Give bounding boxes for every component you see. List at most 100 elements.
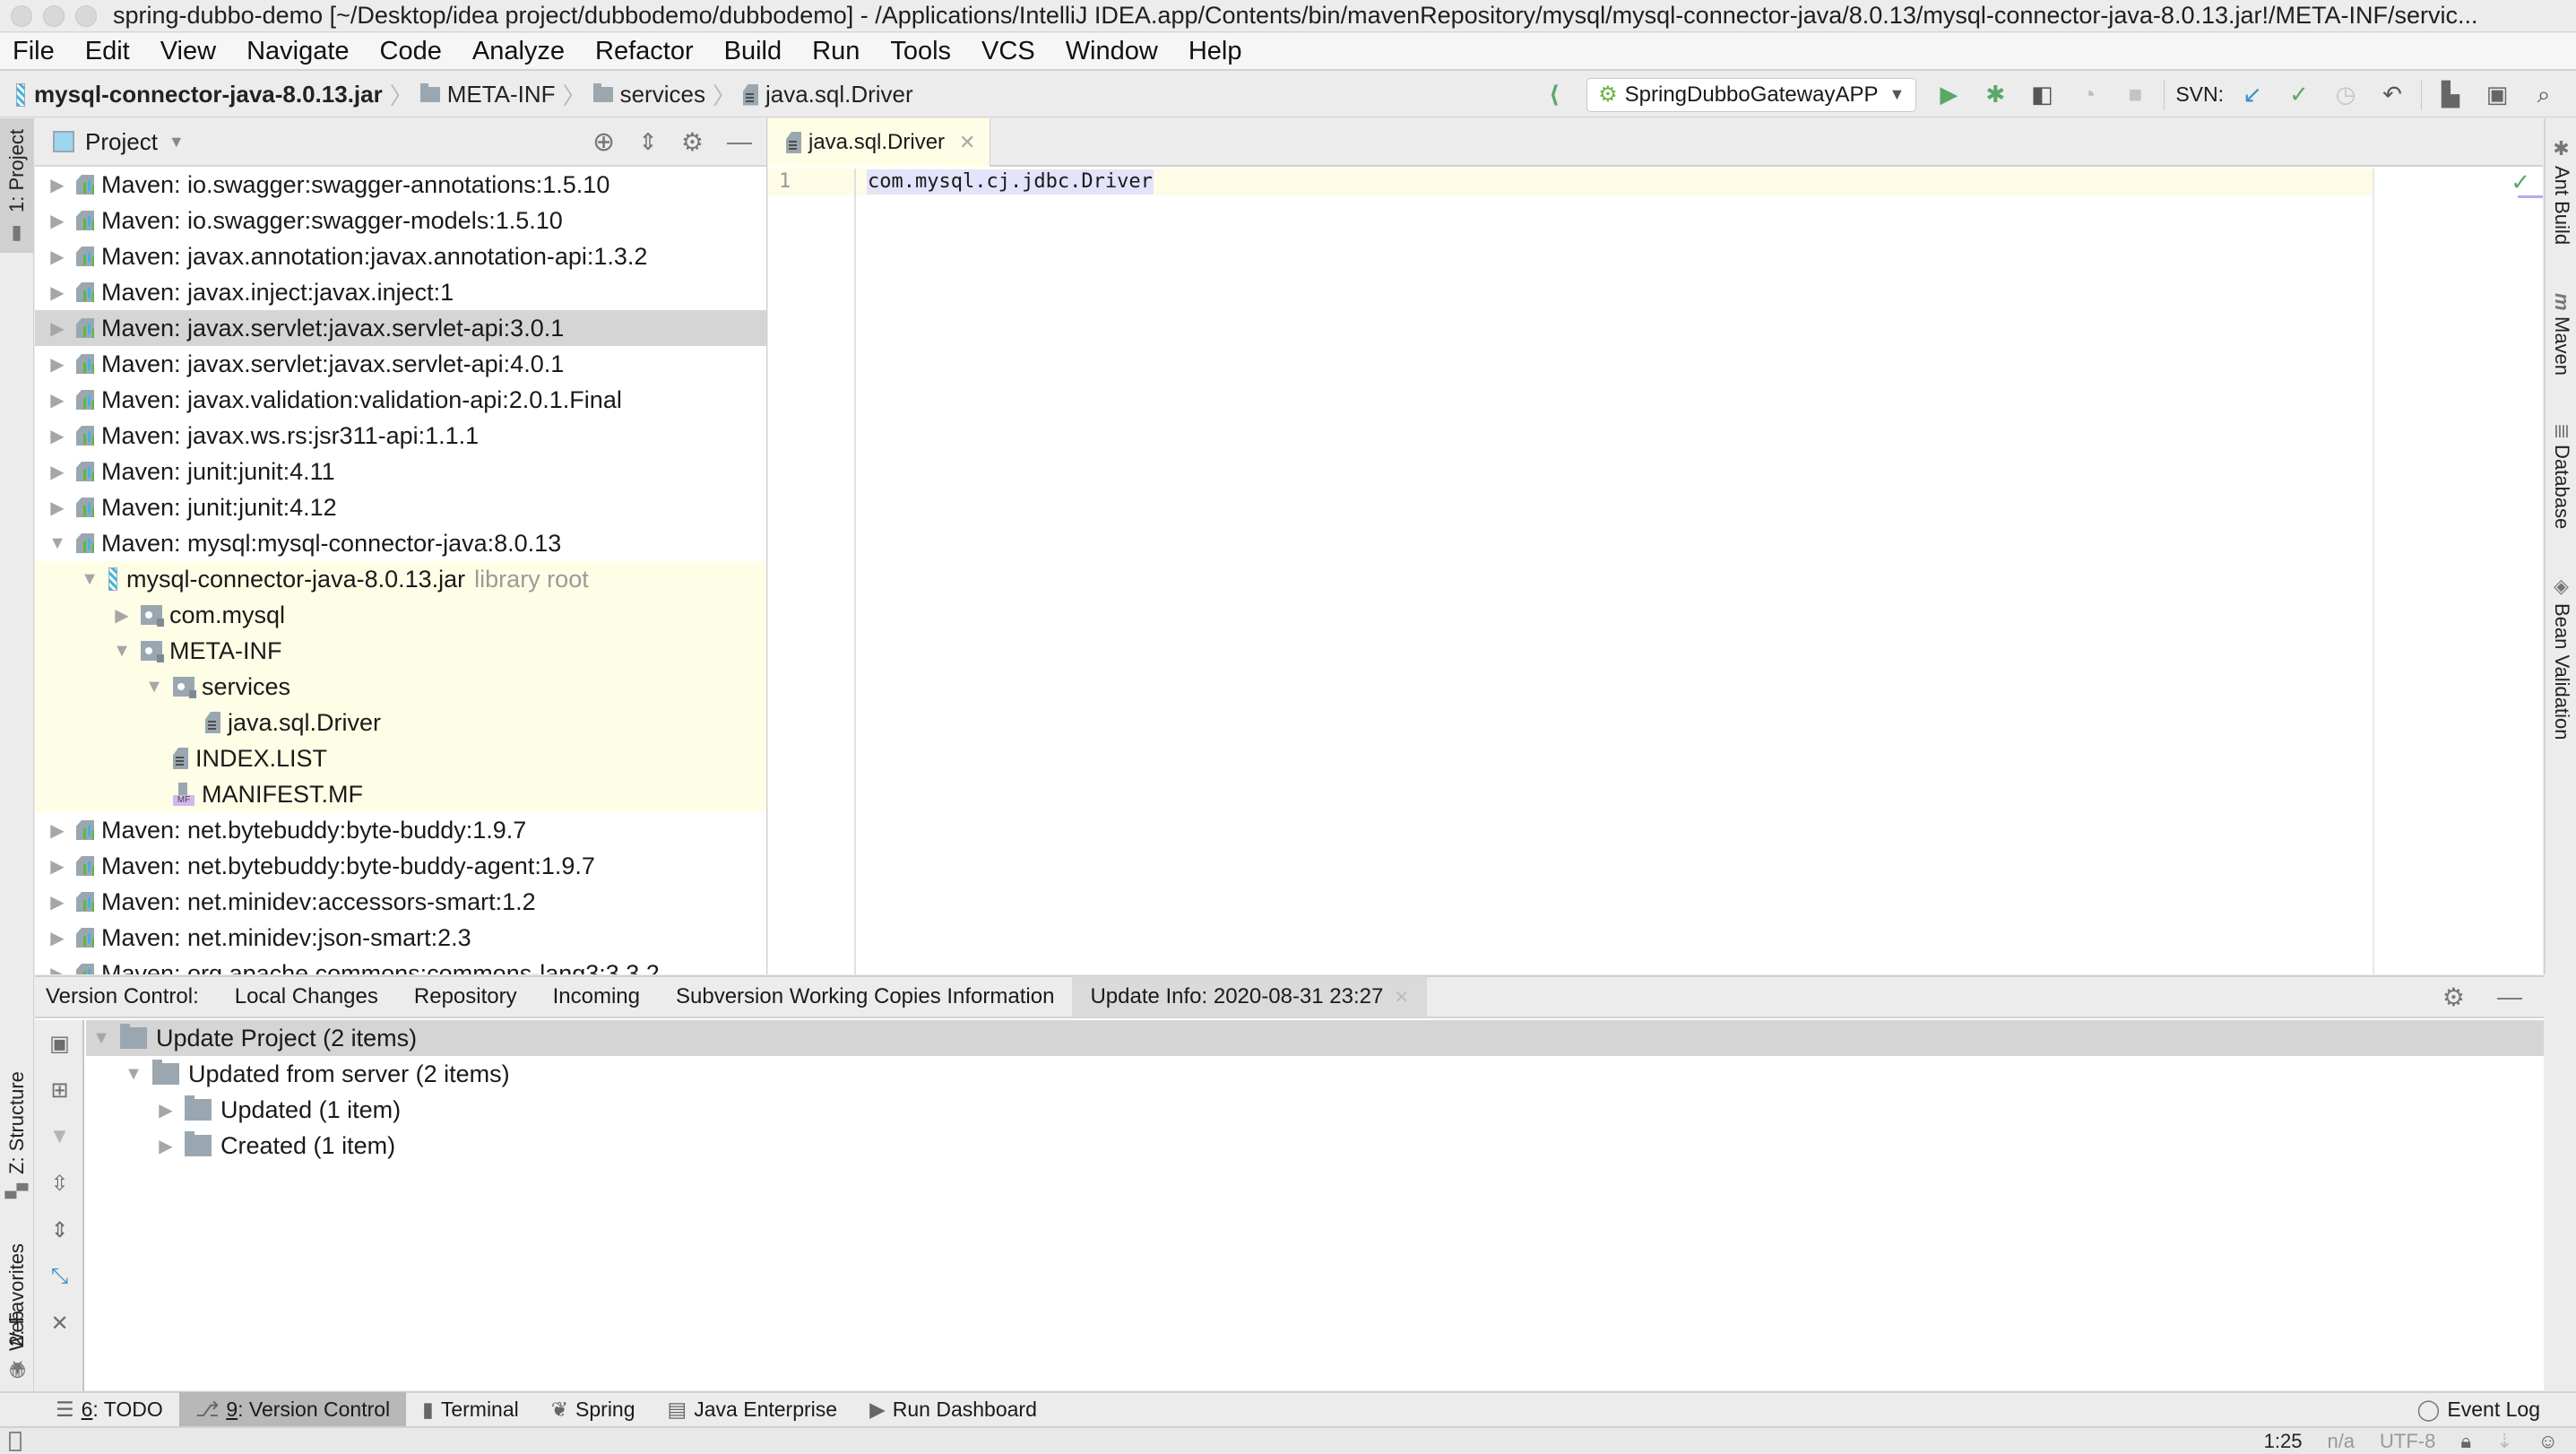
expand-arrow-icon[interactable]: ▶ bbox=[112, 604, 132, 627]
run-icon[interactable]: ▶ bbox=[1932, 79, 1965, 111]
vc-tab-svn-working-copies[interactable]: Subversion Working Copies Information bbox=[658, 976, 1072, 1017]
vc-tree-row[interactable]: ▶ Created (1 item) bbox=[86, 1128, 2544, 1164]
stop-icon[interactable]: ■ bbox=[2119, 79, 2151, 111]
profile-icon[interactable]: ◔ bbox=[2072, 79, 2105, 111]
tree-row[interactable]: ▶ Maven: javax.servlet:javax.servlet-api:… bbox=[35, 346, 766, 382]
bottom-tab-todo[interactable]: ☰ 6: TODO bbox=[39, 1392, 179, 1426]
menu-run[interactable]: Run bbox=[800, 37, 877, 66]
tree-row[interactable]: INDEX.LIST bbox=[35, 740, 766, 776]
bottom-tab-terminal[interactable]: ▮ Terminal bbox=[406, 1392, 535, 1426]
build-hammer-icon[interactable]: ⟨ bbox=[1538, 79, 1570, 111]
debug-icon[interactable]: ✱ bbox=[1979, 79, 2011, 111]
file-encoding[interactable]: UTF-8 bbox=[2380, 1430, 2435, 1453]
vc-tab-local-changes[interactable]: Local Changes bbox=[217, 976, 396, 1017]
vc-tree-row[interactable]: ▼ Update Project (2 items) bbox=[86, 1020, 2544, 1056]
locate-file-icon[interactable]: ⊕ bbox=[592, 126, 615, 158]
group-by-module-icon[interactable]: ⊞ bbox=[35, 1067, 84, 1113]
collapse-arrow-icon[interactable]: ▼ bbox=[124, 1064, 143, 1085]
vc-tab-update-info[interactable]: Update Info: 2020-08-31 23:27 ✕ bbox=[1072, 976, 1428, 1017]
expand-arrow-icon[interactable]: ▶ bbox=[48, 174, 67, 196]
tree-row[interactable]: ▶ Maven: io.swagger:swagger-annotations:1… bbox=[35, 167, 766, 203]
tree-row[interactable]: ▶ Maven: javax.validation:validation-api:… bbox=[35, 382, 766, 418]
menu-edit[interactable]: Edit bbox=[73, 37, 148, 66]
menu-help[interactable]: Help bbox=[1176, 37, 1260, 66]
collapse-arrow-icon[interactable]: ▼ bbox=[91, 1028, 111, 1049]
code-line[interactable]: com.mysql.cj.jdbc.Driver bbox=[867, 169, 1154, 195]
expand-arrow-icon[interactable]: ▶ bbox=[48, 497, 67, 519]
tree-row[interactable]: ▼ services bbox=[35, 669, 766, 705]
menu-view[interactable]: View bbox=[148, 37, 234, 66]
expand-arrow-icon[interactable]: ▶ bbox=[48, 819, 67, 842]
tree-row[interactable]: ▶ Maven: junit:junit:4.12 bbox=[35, 489, 766, 525]
tree-row[interactable]: ▶ Maven: net.bytebuddy:byte-buddy:1.9.7 bbox=[35, 812, 766, 848]
expand-arrow-icon[interactable]: ▶ bbox=[48, 425, 67, 447]
vc-tree-row[interactable]: ▶ Updated (1 item) bbox=[86, 1092, 2544, 1128]
expand-arrow-icon[interactable]: ▶ bbox=[48, 389, 67, 411]
git-icon[interactable]: ⇣ bbox=[2496, 1430, 2512, 1453]
project-view-selector[interactable]: Project bbox=[85, 128, 158, 156]
breadcrumb-meta-inf[interactable]: META-INF bbox=[447, 81, 556, 108]
tree-row[interactable]: MF MANIFEST.MF bbox=[35, 776, 766, 812]
expand-arrow-icon[interactable]: ▶ bbox=[48, 353, 67, 376]
expand-arrow-icon[interactable]: ▶ bbox=[48, 891, 67, 913]
svn-update-icon[interactable]: ↙ bbox=[2236, 79, 2269, 111]
run-configuration-select[interactable]: ⚙ SpringDubboGatewayAPP ▼ bbox=[1586, 77, 1917, 112]
lock-icon[interactable]: 🔒︎ bbox=[2460, 1430, 2471, 1453]
expand-all-icon[interactable]: ⇳ bbox=[35, 1160, 84, 1207]
vc-tab-incoming[interactable]: Incoming bbox=[535, 976, 658, 1017]
search-icon[interactable]: ⌕ bbox=[2528, 79, 2560, 111]
tree-row[interactable]: java.sql.Driver bbox=[35, 705, 766, 740]
bottom-tab-version-control[interactable]: ⎇ 9: Version Control bbox=[178, 1392, 407, 1426]
project-structure-icon[interactable]: ▙ bbox=[2434, 79, 2467, 111]
vc-tab-repository[interactable]: Repository bbox=[396, 976, 535, 1017]
caret-position[interactable]: 1:25 bbox=[2264, 1430, 2303, 1453]
menu-file[interactable]: File bbox=[0, 37, 73, 66]
tree-row[interactable]: ▶ Maven: javax.inject:javax.inject:1 bbox=[35, 274, 766, 310]
menu-vcs[interactable]: VCS bbox=[969, 37, 1053, 66]
breadcrumb-services[interactable]: services bbox=[620, 81, 705, 108]
close-tab-icon[interactable]: ✕ bbox=[1394, 986, 1409, 1008]
tree-row[interactable]: ▶ Maven: javax.annotation:javax.annotatio… bbox=[35, 238, 766, 274]
tree-row[interactable]: ▶ Maven: io.swagger:swagger-models:1.5.10 bbox=[35, 203, 766, 238]
settings-gear-icon[interactable]: ⚙ bbox=[2442, 982, 2465, 1012]
tool-tab-project[interactable]: ▮ 1: Project bbox=[0, 118, 34, 253]
tool-tab-database[interactable]: ≣ Database bbox=[2546, 423, 2576, 567]
chevron-down-icon[interactable]: ▼ bbox=[169, 133, 185, 151]
collapse-arrow-icon[interactable]: ▼ bbox=[80, 569, 99, 590]
hide-panel-icon[interactable]: — bbox=[727, 127, 752, 156]
tree-row[interactable]: ▶ Maven: javax.ws.rs:jsr311-api:1.1.1 bbox=[35, 418, 766, 454]
tree-row[interactable]: ▼ META-INF bbox=[35, 633, 766, 669]
tree-row[interactable]: ▶ Maven: junit:junit:4.11 bbox=[35, 454, 766, 489]
collapse-arrow-icon[interactable]: ▼ bbox=[144, 677, 164, 697]
line-separator[interactable]: n/a bbox=[2327, 1430, 2355, 1453]
collapse-all-icon[interactable]: ⇕ bbox=[35, 1207, 84, 1253]
collapse-all-icon[interactable]: ⇕ bbox=[638, 128, 658, 156]
tool-tab-web[interactable]: ◍ Web bbox=[0, 1284, 34, 1391]
settings-gear-icon[interactable]: ⚙ bbox=[681, 127, 704, 157]
svn-commit-icon[interactable]: ✓ bbox=[2283, 79, 2315, 111]
tool-tab-maven[interactable]: m Maven bbox=[2546, 293, 2576, 401]
editor-tab-java-sql-driver[interactable]: java.sql.Driver ✕ bbox=[768, 118, 991, 167]
tool-tab-structure[interactable]: ▚ Z: Structure bbox=[0, 939, 34, 1207]
close-tab-icon[interactable]: ✕ bbox=[959, 131, 975, 154]
menu-refactor[interactable]: Refactor bbox=[583, 37, 712, 66]
filter-icon[interactable]: ▼ bbox=[35, 1113, 84, 1160]
diff-arrows-icon[interactable]: ⤡ bbox=[35, 1253, 84, 1300]
tree-row[interactable]: ▼ mysql-connector-java-8.0.13.jar library … bbox=[35, 561, 766, 597]
hector-inspector-icon[interactable]: ☺ bbox=[2538, 1430, 2558, 1453]
expand-arrow-icon[interactable]: ▶ bbox=[48, 963, 67, 975]
expand-arrow-icon[interactable]: ▶ bbox=[48, 210, 67, 232]
tree-row[interactable]: ▶ Maven: net.minidev:accessors-smart:1.2 bbox=[35, 884, 766, 920]
menu-build[interactable]: Build bbox=[712, 37, 800, 66]
zoom-window-button[interactable] bbox=[75, 4, 97, 27]
expand-arrow-icon[interactable]: ▶ bbox=[48, 927, 67, 949]
status-toggle-icon[interactable] bbox=[9, 1431, 22, 1451]
tree-row[interactable]: ▶ Maven: net.minidev:json-smart:2.3 bbox=[35, 920, 766, 956]
event-log-button[interactable]: ◯ Event Log bbox=[2401, 1392, 2576, 1426]
presentation-icon[interactable]: ▣ bbox=[2481, 79, 2513, 111]
menu-analyze[interactable]: Analyze bbox=[460, 37, 583, 66]
menu-window[interactable]: Window bbox=[1053, 37, 1176, 66]
bottom-tab-run-dashboard[interactable]: ▶ Run Dashboard bbox=[853, 1392, 1053, 1426]
coverage-icon[interactable]: ◧ bbox=[2026, 79, 2058, 111]
expand-arrow-icon[interactable]: ▶ bbox=[156, 1099, 176, 1121]
